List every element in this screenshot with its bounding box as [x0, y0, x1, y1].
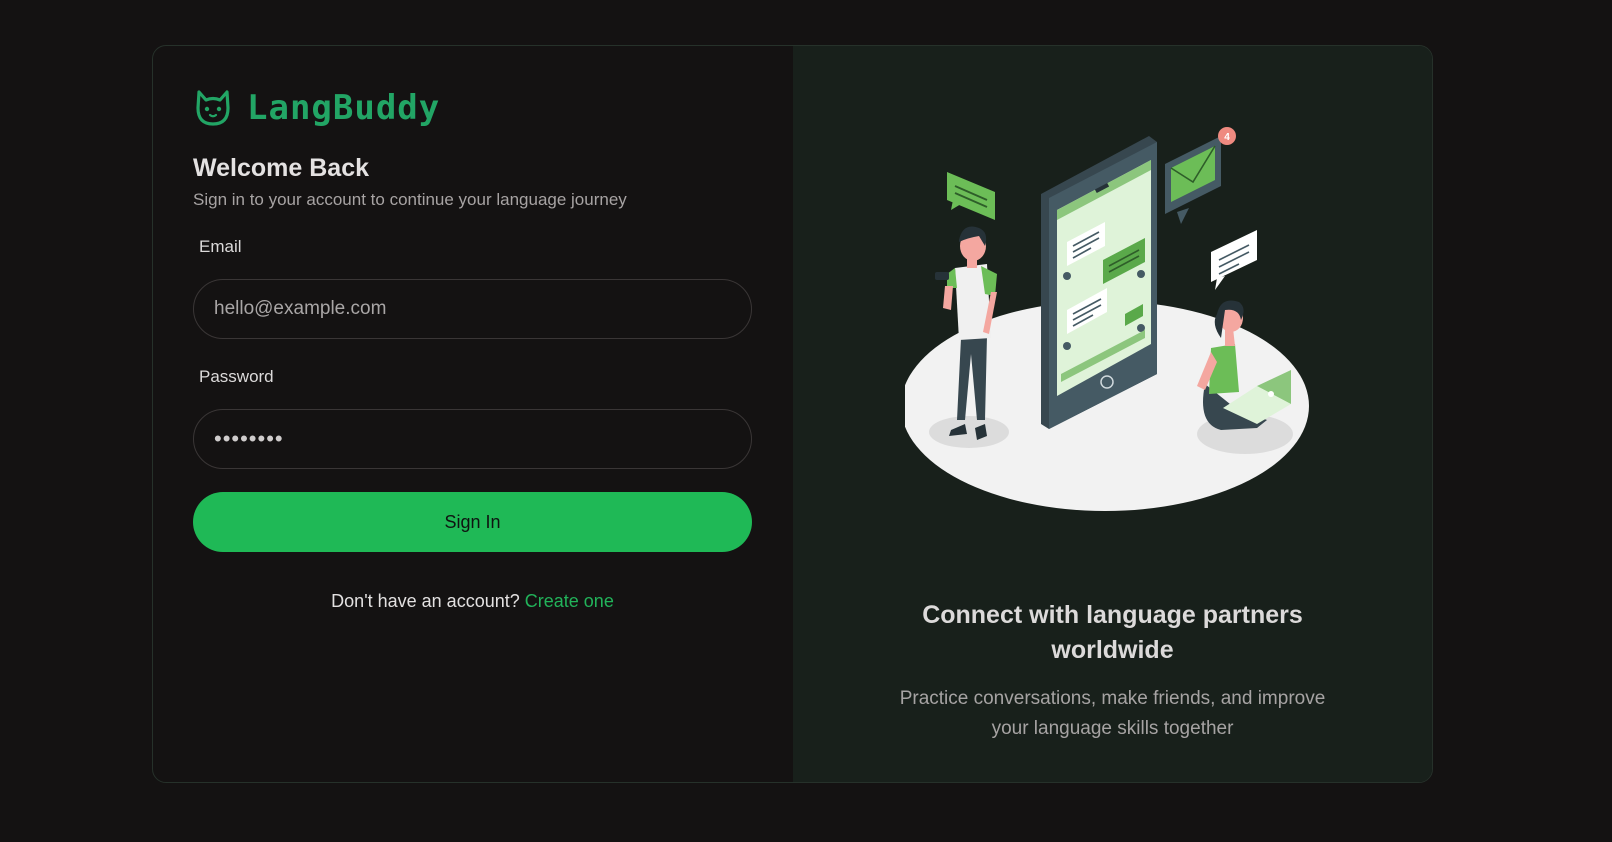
- signup-prompt-text: Don't have an account?: [331, 591, 520, 611]
- chat-app-illustration: 4: [905, 127, 1309, 511]
- promo-text: Practice conversations, make friends, an…: [899, 688, 1326, 739]
- brand-name: LangBuddy: [247, 88, 441, 128]
- chat-bubble-icon: [947, 172, 995, 220]
- password-field[interactable]: [193, 409, 752, 469]
- promo-title: Connect with language partners worldwide: [922, 601, 1303, 664]
- signup-prompt: Don't have an account? Create one: [193, 591, 752, 612]
- cat-face-icon: [193, 88, 233, 128]
- email-field[interactable]: [193, 279, 752, 339]
- mail-icon: 4: [1165, 127, 1236, 224]
- create-account-link[interactable]: Create one: [525, 591, 614, 611]
- login-panel: LangBuddy Welcome Back Sign in to your a…: [153, 46, 793, 782]
- page-subtitle: Sign in to your account to continue your…: [193, 190, 627, 209]
- login-card: LangBuddy Welcome Back Sign in to your a…: [152, 45, 1433, 783]
- password-label: Password: [199, 367, 274, 386]
- email-label: Email: [199, 237, 242, 256]
- chat-bubble-icon: [1211, 230, 1257, 290]
- promo-panel: 4 Connect with language partners worldwi…: [793, 46, 1432, 782]
- sign-in-button[interactable]: Sign In: [193, 492, 752, 552]
- page-title: Welcome Back: [193, 154, 370, 182]
- brand-logo[interactable]: LangBuddy: [193, 88, 440, 128]
- notification-badge: 4: [1224, 132, 1230, 143]
